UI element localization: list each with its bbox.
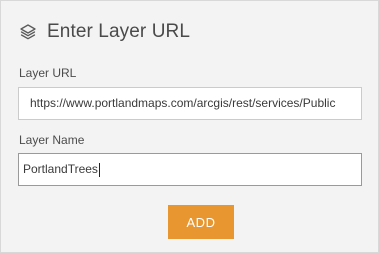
layer-url-label: Layer URL [19,66,77,80]
layer-name-value: PortlandTrees [23,162,98,176]
panel-title: Enter Layer URL [47,21,191,42]
enter-layer-url-panel: Enter Layer URL Layer URL https://www.po… [0,0,379,253]
text-caret [98,162,100,177]
layers-icon [19,23,37,41]
layer-name-input[interactable]: PortlandTrees [18,153,362,186]
layer-url-input[interactable]: https://www.portlandmaps.com/arcgis/rest… [18,87,362,120]
layer-url-value: https://www.portlandmaps.com/arcgis/rest… [30,96,336,110]
add-button[interactable]: ADD [168,205,234,239]
layer-name-label: Layer Name [19,133,85,147]
panel-header: Enter Layer URL [19,19,190,45]
